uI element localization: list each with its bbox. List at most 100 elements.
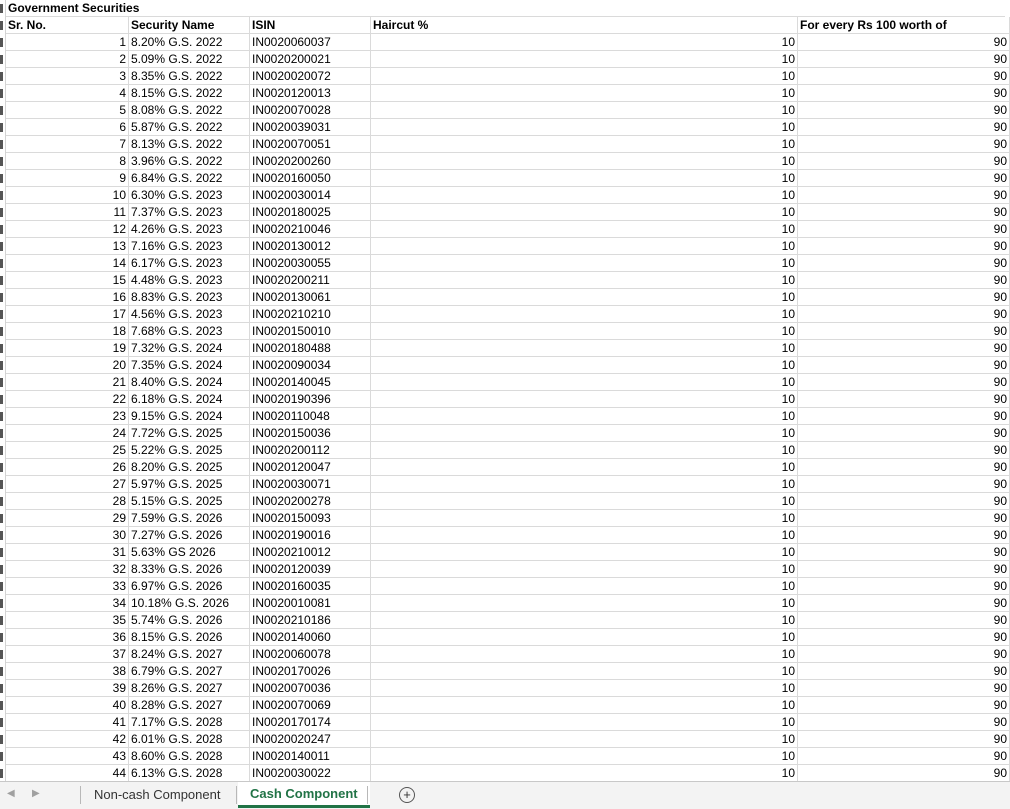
- cell-value[interactable]: 90: [798, 85, 1010, 102]
- cell-sr-no[interactable]: 8: [6, 153, 129, 170]
- next-sheet-icon[interactable]: ▶: [32, 788, 40, 799]
- cell-sr-no[interactable]: 42: [6, 731, 129, 748]
- cell-security-name[interactable]: 9.15% G.S. 2024: [129, 408, 250, 425]
- cell-haircut[interactable]: 10: [371, 136, 798, 153]
- cell-haircut[interactable]: 10: [371, 408, 798, 425]
- cell-sr-no[interactable]: 27: [6, 476, 129, 493]
- cell-security-name[interactable]: 4.56% G.S. 2023: [129, 306, 250, 323]
- cell-security-name[interactable]: 6.18% G.S. 2024: [129, 391, 250, 408]
- cell-security-name[interactable]: 5.15% G.S. 2025: [129, 493, 250, 510]
- cell-value[interactable]: 90: [798, 697, 1010, 714]
- cell-value[interactable]: 90: [798, 544, 1010, 561]
- cell-haircut[interactable]: 10: [371, 612, 798, 629]
- cell-value[interactable]: 90: [798, 102, 1010, 119]
- cell-security-name[interactable]: 5.09% G.S. 2022: [129, 51, 250, 68]
- cell-security-name[interactable]: 7.68% G.S. 2023: [129, 323, 250, 340]
- cell-isin[interactable]: IN0020020072: [250, 68, 371, 85]
- cell-sr-no[interactable]: 14: [6, 255, 129, 272]
- cell-haircut[interactable]: 10: [371, 527, 798, 544]
- cell-security-name[interactable]: 6.01% G.S. 2028: [129, 731, 250, 748]
- cell-isin[interactable]: IN0020030071: [250, 476, 371, 493]
- cell-value[interactable]: 90: [798, 493, 1010, 510]
- cell-sr-no[interactable]: 9: [6, 170, 129, 187]
- cell-security-name[interactable]: 8.13% G.S. 2022: [129, 136, 250, 153]
- cell-value[interactable]: 90: [798, 34, 1010, 51]
- cell-security-name[interactable]: 7.27% G.S. 2026: [129, 527, 250, 544]
- cell-sr-no[interactable]: 37: [6, 646, 129, 663]
- cell-isin[interactable]: IN0020110048: [250, 408, 371, 425]
- cell-isin[interactable]: IN0020210210: [250, 306, 371, 323]
- cell-isin[interactable]: IN0020150093: [250, 510, 371, 527]
- header-security-name[interactable]: Security Name: [129, 17, 250, 34]
- cell-haircut[interactable]: 10: [371, 561, 798, 578]
- cell-sr-no[interactable]: 28: [6, 493, 129, 510]
- cell-haircut[interactable]: 10: [371, 493, 798, 510]
- cell-security-name[interactable]: 6.17% G.S. 2023: [129, 255, 250, 272]
- cell-sr-no[interactable]: 5: [6, 102, 129, 119]
- cell-value[interactable]: 90: [798, 306, 1010, 323]
- cell-sr-no[interactable]: 23: [6, 408, 129, 425]
- cell-value[interactable]: 90: [798, 680, 1010, 697]
- cell-value[interactable]: 90: [798, 238, 1010, 255]
- cell-haircut[interactable]: 10: [371, 170, 798, 187]
- cell-value[interactable]: 90: [798, 391, 1010, 408]
- cell-sr-no[interactable]: 13: [6, 238, 129, 255]
- cell-haircut[interactable]: 10: [371, 187, 798, 204]
- cell-isin[interactable]: IN0020170174: [250, 714, 371, 731]
- cell-haircut[interactable]: 10: [371, 391, 798, 408]
- cell-security-name[interactable]: 7.72% G.S. 2025: [129, 425, 250, 442]
- cell-haircut[interactable]: 10: [371, 510, 798, 527]
- cell-sr-no[interactable]: 32: [6, 561, 129, 578]
- cell-security-name[interactable]: 8.20% G.S. 2022: [129, 34, 250, 51]
- cell-sr-no[interactable]: 12: [6, 221, 129, 238]
- cell-sr-no[interactable]: 15: [6, 272, 129, 289]
- cell-haircut[interactable]: 10: [371, 442, 798, 459]
- cell-haircut[interactable]: 10: [371, 459, 798, 476]
- cell-haircut[interactable]: 10: [371, 272, 798, 289]
- cell-isin[interactable]: IN0020180025: [250, 204, 371, 221]
- cell-value[interactable]: 90: [798, 646, 1010, 663]
- header-haircut[interactable]: Haircut %: [371, 17, 798, 34]
- cell-isin[interactable]: IN0020070069: [250, 697, 371, 714]
- cell-sr-no[interactable]: 31: [6, 544, 129, 561]
- cell-value[interactable]: 90: [798, 459, 1010, 476]
- cell-sr-no[interactable]: 17: [6, 306, 129, 323]
- cell-sr-no[interactable]: 33: [6, 578, 129, 595]
- cell-haircut[interactable]: 10: [371, 425, 798, 442]
- cell-security-name[interactable]: 5.87% G.S. 2022: [129, 119, 250, 136]
- cell-haircut[interactable]: 10: [371, 340, 798, 357]
- cell-haircut[interactable]: 10: [371, 476, 798, 493]
- cell-sr-no[interactable]: 1: [6, 34, 129, 51]
- cell-isin[interactable]: IN0020200112: [250, 442, 371, 459]
- cell-value[interactable]: 90: [798, 153, 1010, 170]
- cell-value[interactable]: 90: [798, 51, 1010, 68]
- cell-value[interactable]: 90: [798, 119, 1010, 136]
- cell-sr-no[interactable]: 36: [6, 629, 129, 646]
- cell-security-name[interactable]: 6.84% G.S. 2022: [129, 170, 250, 187]
- cell-security-name[interactable]: 8.60% G.S. 2028: [129, 748, 250, 765]
- cell-security-name[interactable]: 8.24% G.S. 2027: [129, 646, 250, 663]
- cell-isin[interactable]: IN0020190396: [250, 391, 371, 408]
- cell-value[interactable]: 90: [798, 425, 1010, 442]
- cell-haircut[interactable]: 10: [371, 663, 798, 680]
- cell-security-name[interactable]: 5.74% G.S. 2026: [129, 612, 250, 629]
- cell-haircut[interactable]: 10: [371, 153, 798, 170]
- cell-haircut[interactable]: 10: [371, 102, 798, 119]
- header-sr-no[interactable]: Sr. No.: [6, 17, 129, 34]
- cell-isin[interactable]: IN0020200021: [250, 51, 371, 68]
- cell-haircut[interactable]: 10: [371, 238, 798, 255]
- cell-sr-no[interactable]: 16: [6, 289, 129, 306]
- cell-value[interactable]: 90: [798, 187, 1010, 204]
- section-title[interactable]: Government Securities: [6, 0, 1005, 17]
- cell-security-name[interactable]: 6.97% G.S. 2026: [129, 578, 250, 595]
- cell-haircut[interactable]: 10: [371, 595, 798, 612]
- cell-sr-no[interactable]: 18: [6, 323, 129, 340]
- cell-sr-no[interactable]: 7: [6, 136, 129, 153]
- cell-security-name[interactable]: 5.63% GS 2026: [129, 544, 250, 561]
- cell-sr-no[interactable]: 10: [6, 187, 129, 204]
- cell-isin[interactable]: IN0020170026: [250, 663, 371, 680]
- cell-haircut[interactable]: 10: [371, 680, 798, 697]
- cell-value[interactable]: 90: [798, 357, 1010, 374]
- cell-sr-no[interactable]: 34: [6, 595, 129, 612]
- cell-sr-no[interactable]: 30: [6, 527, 129, 544]
